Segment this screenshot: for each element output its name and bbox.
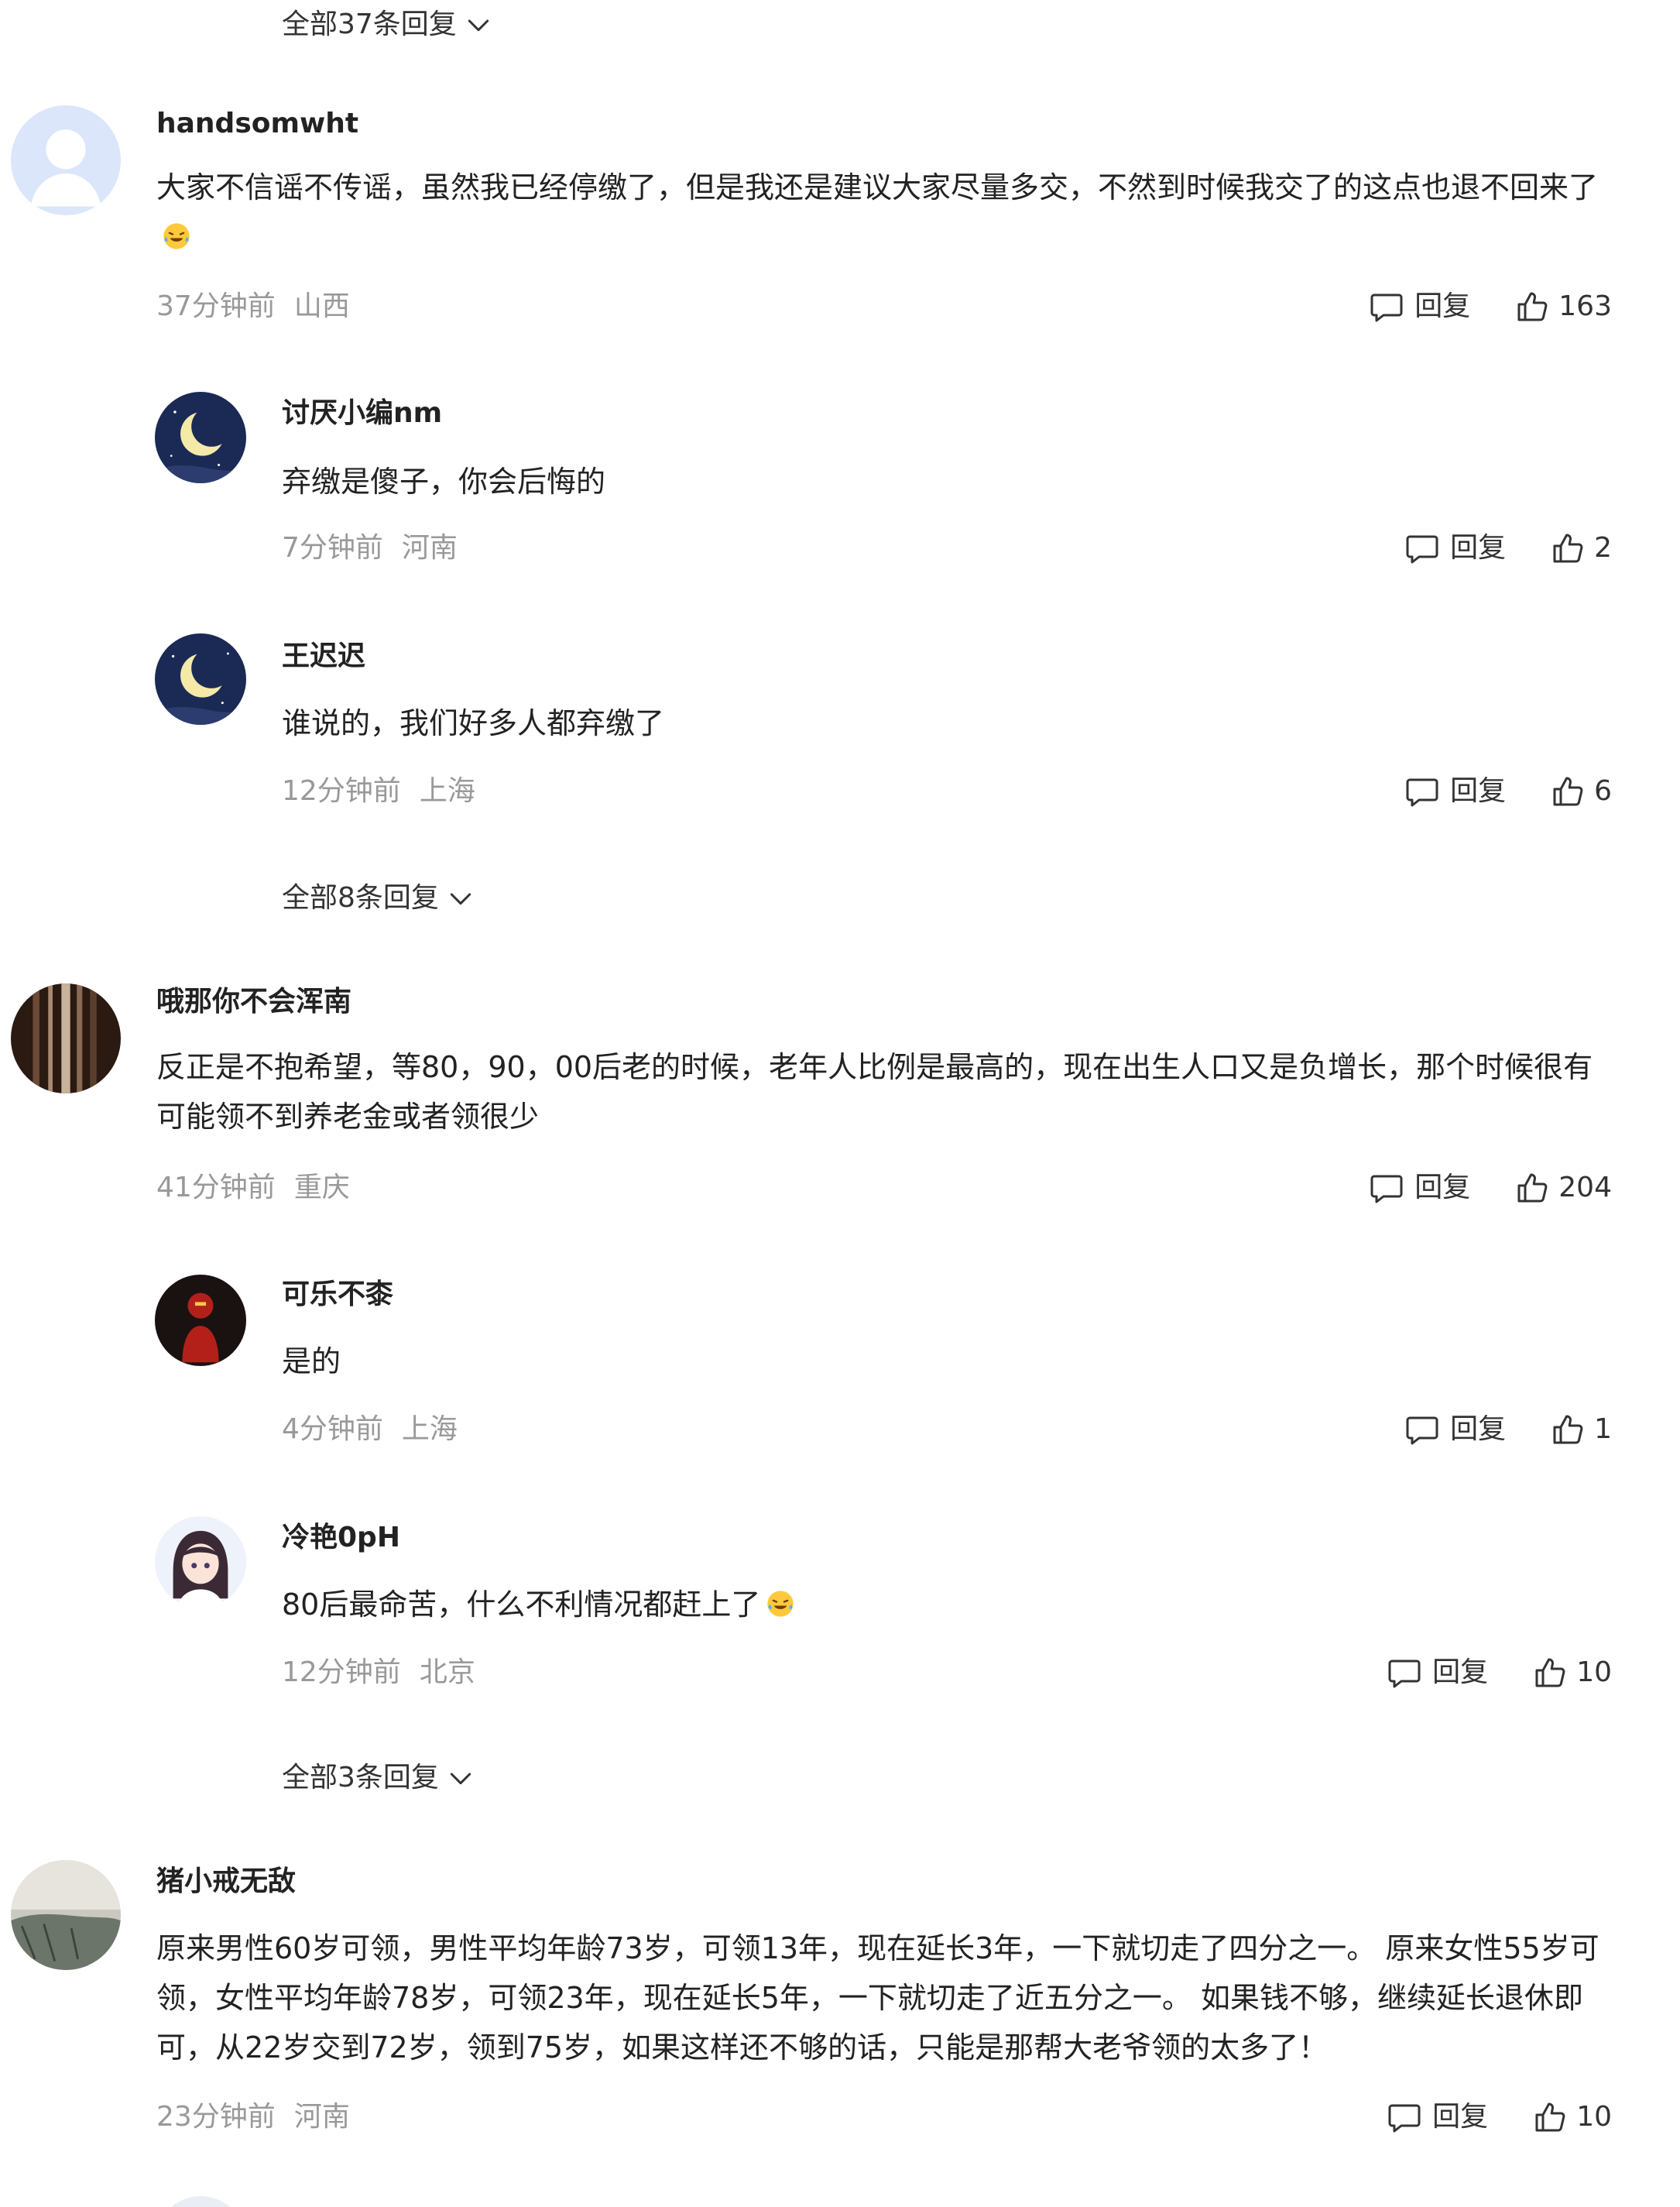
like-button[interactable]: 10 [1531, 2099, 1612, 2136]
reply-text: 谁说的，我们好多人都弃缴了 [282, 706, 665, 740]
avatar[interactable] [11, 983, 121, 1093]
thumbs-up-icon [1531, 2099, 1569, 2136]
laugh-cry-emoji-icon [161, 221, 192, 252]
reply-meta: 7分钟前 河南 [282, 531, 458, 565]
reply-button[interactable]: 回复 [1404, 1411, 1506, 1448]
reply-actions: 回复 10 [1386, 1654, 1612, 1691]
comment-time: 37分钟前 [156, 290, 276, 322]
reply-time: 12分钟前 [282, 1656, 401, 1688]
chevron-down-icon [445, 883, 476, 914]
like-count: 163 [1558, 290, 1612, 322]
thumbs-up-icon [1549, 530, 1586, 567]
chevron-down-icon [463, 9, 494, 40]
chevron-down-icon [445, 1763, 476, 1793]
reply-text: 弃缴是傻子，你会后悔的 [282, 465, 606, 499]
reply-username[interactable]: 冷艳0pH [282, 1521, 400, 1555]
reply-button[interactable]: 回复 [1386, 2099, 1488, 2136]
comment-location: 重庆 [293, 1172, 350, 1203]
reply-location: 北京 [419, 1656, 475, 1688]
like-count: 2 [1594, 532, 1612, 564]
like-button[interactable]: 2 [1549, 530, 1612, 567]
comment-username[interactable]: 猪小戒无敌 [156, 1865, 296, 1899]
expand-replies-link[interactable]: 全部8条回复 [282, 881, 476, 915]
reply-button[interactable]: 回复 [1368, 1169, 1470, 1206]
reply-time: 4分钟前 [282, 1413, 383, 1445]
comment-text: 反正是不抱希望，等80，90，00后老的时候，老年人比例是最高的，现在出生人口又… [156, 1050, 1593, 1134]
thumbs-up-icon [1549, 773, 1586, 810]
comment-location: 河南 [293, 2101, 350, 2133]
comment-bubble-icon [1386, 1654, 1423, 1691]
thumbs-up-icon [1531, 1654, 1569, 1691]
avatar[interactable] [155, 1516, 246, 1608]
comment-text: 大家不信谣不传谣，虽然我已经停缴了，但是我还是建议大家尽量多交，不然到时候我交了… [156, 163, 1612, 262]
comment-username[interactable]: 哦那你不会浑南 [156, 985, 351, 1019]
comment-actions: 回复 10 [1386, 2099, 1612, 2136]
like-button[interactable]: 163 [1514, 288, 1612, 325]
reply-text: 80后最命苦，什么不利情况都赶上了 [282, 1580, 1598, 1629]
comment-time: 23分钟前 [156, 2101, 276, 2133]
reply-username[interactable]: 王迟迟 [282, 640, 365, 674]
reply-button[interactable]: 回复 [1404, 773, 1506, 810]
reply-button[interactable]: 回复 [1404, 530, 1506, 567]
reply-meta: 12分钟前 上海 [282, 774, 475, 808]
comment-actions: 回复 204 [1368, 1169, 1612, 1206]
comment-location: 山西 [293, 290, 350, 322]
comment-bubble-icon [1368, 288, 1405, 325]
thumbs-up-icon [1549, 1411, 1586, 1448]
like-count: 204 [1558, 1172, 1612, 1203]
like-count: 6 [1594, 775, 1612, 807]
laugh-cry-emoji-icon [765, 1588, 796, 1619]
reply-location: 河南 [401, 532, 458, 564]
thumbs-up-icon [1514, 288, 1551, 325]
avatar[interactable] [155, 392, 246, 483]
expand-replies-label: 全部8条回复 [282, 882, 439, 914]
like-count: 10 [1576, 2101, 1612, 2133]
comment-meta: 37分钟前 山西 [156, 290, 350, 324]
thumbs-up-icon [1514, 1169, 1551, 1206]
comment-text: 原来男性60岁可领，男性平均年龄73岁，可领13年，现在延长3年，一下就切走了四… [156, 1931, 1599, 2065]
comment-time: 41分钟前 [156, 1172, 276, 1203]
like-button[interactable]: 204 [1514, 1169, 1612, 1206]
reply-text: 是的 [282, 1344, 341, 1378]
reply-username[interactable]: 可乐不桼 [282, 1278, 393, 1312]
avatar[interactable] [155, 1275, 246, 1366]
reply-meta: 4分钟前 上海 [282, 1412, 458, 1447]
avatar[interactable] [11, 1860, 121, 1970]
expand-replies-label: 全部37条回复 [282, 9, 457, 40]
like-count: 10 [1576, 1656, 1612, 1688]
like-count: 1 [1594, 1413, 1612, 1445]
comment-bubble-icon [1368, 1169, 1405, 1206]
reply-username[interactable]: 讨厌小编nm [282, 396, 442, 431]
comment-actions: 回复 163 [1368, 288, 1612, 325]
avatar[interactable] [11, 105, 121, 215]
reply-time: 7分钟前 [282, 532, 383, 564]
comment-bubble-icon [1404, 1411, 1441, 1448]
reply-time: 12分钟前 [282, 775, 401, 807]
expand-replies-link[interactable]: 全部37条回复 [282, 8, 494, 42]
reply-actions: 回复 2 [1404, 530, 1612, 567]
comment-meta: 41分钟前 重庆 [156, 1171, 350, 1205]
avatar[interactable] [155, 633, 246, 725]
comment-bubble-icon [1404, 530, 1441, 567]
expand-replies-link[interactable]: 全部3条回复 [282, 1761, 476, 1795]
reply-actions: 回复 6 [1404, 773, 1612, 810]
reply-location: 上海 [419, 775, 475, 807]
comment-bubble-icon [1386, 2099, 1423, 2136]
comment-username[interactable]: handsomwht [156, 107, 358, 141]
reply-actions: 回复 1 [1404, 1411, 1612, 1448]
next-avatar-partial [155, 2196, 246, 2207]
comment-meta: 23分钟前 河南 [156, 2100, 350, 2134]
reply-button[interactable]: 回复 [1368, 288, 1470, 325]
comment-bubble-icon [1404, 773, 1441, 810]
reply-meta: 12分钟前 北京 [282, 1656, 475, 1690]
reply-location: 上海 [401, 1413, 458, 1445]
like-button[interactable]: 10 [1531, 1654, 1612, 1691]
like-button[interactable]: 1 [1549, 1411, 1612, 1448]
expand-replies-label: 全部3条回复 [282, 1762, 439, 1793]
reply-button[interactable]: 回复 [1386, 1654, 1488, 1691]
like-button[interactable]: 6 [1549, 773, 1612, 810]
